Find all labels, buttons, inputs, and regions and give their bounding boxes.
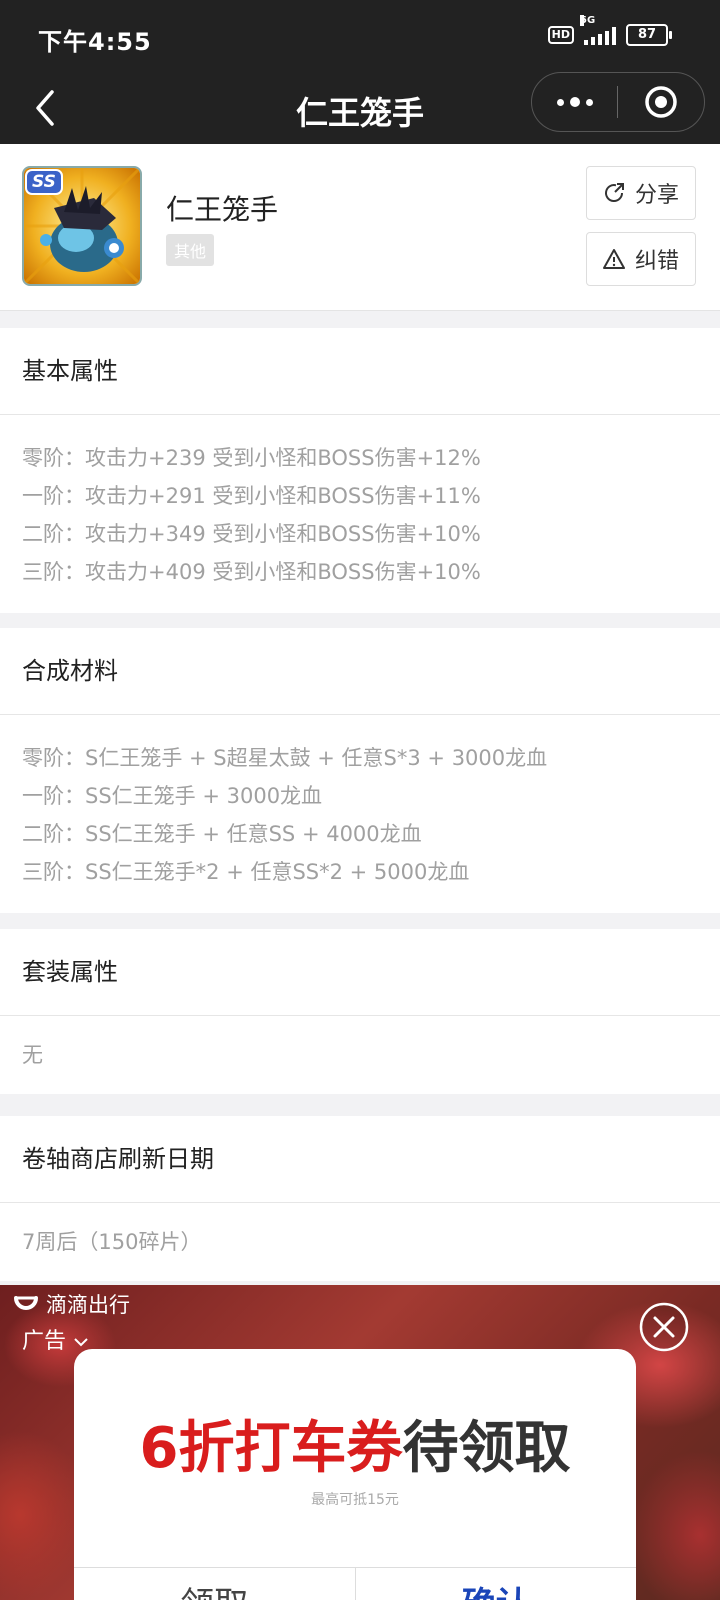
close-icon [639, 1302, 689, 1352]
battery-level: 87 [637, 27, 657, 42]
network-type: 5G [580, 15, 596, 26]
exit-button[interactable] [618, 73, 704, 131]
section-title: 基本属性 [0, 328, 720, 415]
item-image: SS [22, 166, 142, 286]
material-line: 零阶：S仁王笼手 + S超星太鼓 + 任意S*3 + 3000龙血 [22, 746, 548, 770]
share-icon [605, 183, 624, 202]
section-content: 无 [0, 1016, 720, 1094]
section-content: 零阶：攻击力+239 受到小怪和BOSS伤害+12% 一阶：攻击力+291 受到… [0, 415, 720, 613]
attribute-line: 一阶：攻击力+291 受到小怪和BOSS伤害+11% [22, 484, 481, 508]
mini-program-capsule [531, 72, 705, 132]
ad-banner[interactable]: 滴滴出行 广告 6折打车券待领取 最高可抵15元 领取 确认 [0, 1285, 720, 1600]
category-tag: 其他 [166, 234, 215, 266]
ad-label-dropdown[interactable]: 广告 [22, 1323, 89, 1355]
share-label: 分享 [634, 183, 679, 208]
section-title: 套装属性 [0, 929, 720, 1016]
popup-buttons: 领取 确认 [74, 1567, 636, 1600]
coupon-subtext: 最高可抵15元 [311, 1492, 399, 1508]
coupon-popup: 6折打车券待领取 最高可抵15元 领取 确认 [74, 1349, 636, 1600]
coupon-discount: 6折打车券 [139, 1416, 403, 1481]
claim-button[interactable]: 领取 [74, 1568, 356, 1600]
grade-badge: SS [32, 172, 56, 192]
more-button[interactable] [532, 73, 617, 131]
item-header-card: SS 仁王笼手 其他 分享 纠错 [0, 144, 720, 311]
battery-icon: 87 [626, 24, 672, 46]
ad-brand: 滴滴出行 [12, 1289, 130, 1319]
didi-logo-icon [14, 1296, 38, 1310]
status-icons: HD 5G 87 [547, 15, 672, 46]
hd-icon: HD [547, 26, 574, 44]
confirm-button[interactable]: 确认 [356, 1568, 637, 1600]
section-set-attributes: 套装属性 无 [0, 929, 720, 1094]
ad-close-button[interactable] [639, 1302, 689, 1352]
material-line: 一阶：SS仁王笼手 + 3000龙血 [22, 784, 323, 808]
coupon-headline: 6折打车券待领取 [74, 1403, 636, 1484]
item-name: 仁王笼手 [166, 193, 279, 226]
section-crafting-materials: 合成材料 零阶：S仁王笼手 + S超星太鼓 + 任意S*3 + 3000龙血 一… [0, 628, 720, 913]
share-button[interactable]: 分享 [586, 166, 696, 220]
signal-icon: 5G [580, 15, 616, 45]
chevron-down-icon [74, 1338, 88, 1347]
section-title: 合成材料 [0, 628, 720, 715]
target-close-icon [645, 86, 677, 118]
set-attribute-line: 无 [22, 1043, 43, 1067]
report-label: 纠错 [634, 249, 679, 274]
coupon-status: 待领取 [402, 1416, 571, 1481]
ad-label: 广告 [22, 1329, 67, 1354]
status-bar: 下午4:55 HD 5G 87 [0, 0, 720, 72]
chevron-left-icon [36, 90, 54, 126]
status-time: 下午4:55 [38, 28, 152, 56]
attribute-line: 二阶：攻击力+349 受到小怪和BOSS伤害+10% [22, 522, 481, 546]
report-error-button[interactable]: 纠错 [586, 232, 696, 286]
section-content: 零阶：S仁王笼手 + S超星太鼓 + 任意S*3 + 3000龙血 一阶：SS仁… [0, 715, 720, 913]
material-line: 三阶：SS仁王笼手*2 + 任意SS*2 + 5000龙血 [22, 860, 470, 884]
attribute-line: 零阶：攻击力+239 受到小怪和BOSS伤害+12% [22, 446, 481, 470]
material-line: 二阶：SS仁王笼手 + 任意SS + 4000龙血 [22, 822, 422, 846]
section-basic-attributes: 基本属性 零阶：攻击力+239 受到小怪和BOSS伤害+12% 一阶：攻击力+2… [0, 328, 720, 613]
section-shop-refresh: 卷轴商店刷新日期 7周后（150碎片） [0, 1116, 720, 1281]
section-title: 卷轴商店刷新日期 [0, 1116, 720, 1203]
refresh-date-line: 7周后（150碎片） [22, 1230, 202, 1254]
ad-brand-name: 滴滴出行 [46, 1293, 130, 1317]
attribute-line: 三阶：攻击力+409 受到小怪和BOSS伤害+10% [22, 560, 481, 584]
nav-bar: 仁王笼手 [0, 72, 720, 144]
back-button[interactable] [28, 86, 68, 130]
section-content: 7周后（150碎片） [0, 1203, 720, 1281]
warning-icon [602, 249, 625, 269]
more-dots-icon [556, 98, 564, 106]
